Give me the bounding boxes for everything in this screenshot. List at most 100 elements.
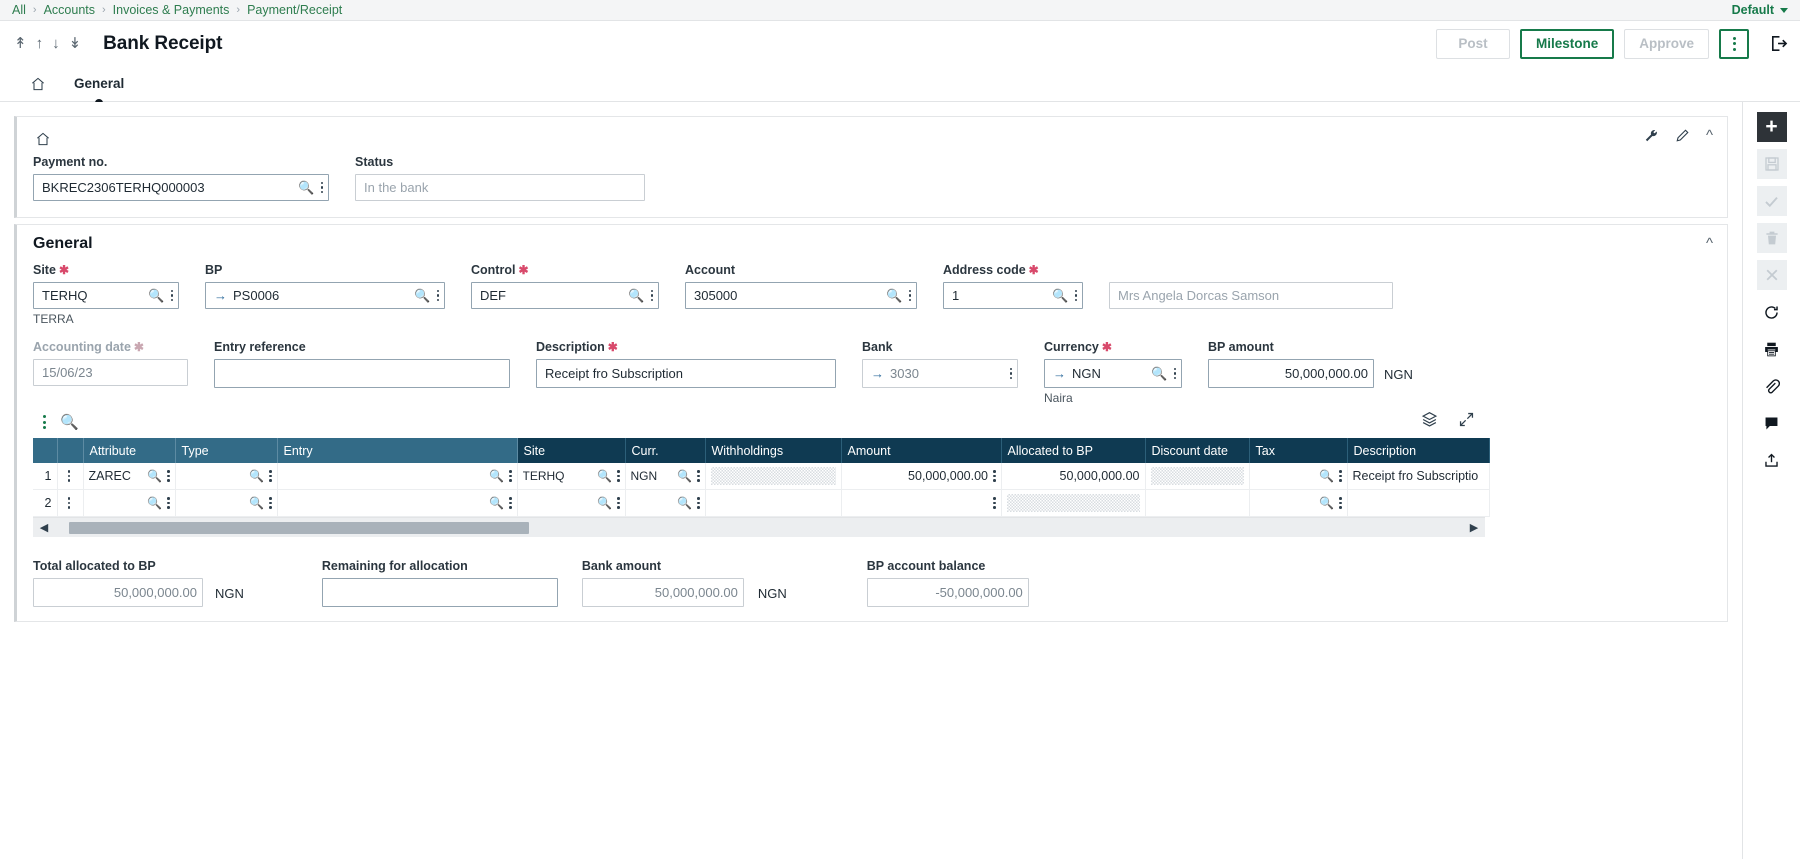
currency-input[interactable]: → NGN 🔍: [1044, 359, 1182, 388]
scrollbar-track[interactable]: [55, 518, 1463, 538]
cell-discount-date[interactable]: [1145, 489, 1250, 517]
search-icon[interactable]: 🔍: [298, 180, 314, 196]
print-icon[interactable]: [1757, 334, 1787, 364]
kebab-menu-icon[interactable]: [993, 497, 996, 509]
kebab-menu-icon[interactable]: [67, 470, 70, 482]
search-icon[interactable]: 🔍: [628, 288, 644, 304]
grid-col-curr[interactable]: Curr.: [625, 438, 706, 463]
address-name-input[interactable]: Mrs Angela Dorcas Samson: [1109, 282, 1393, 309]
export-icon[interactable]: [1757, 445, 1787, 475]
wrench-icon[interactable]: [1644, 128, 1659, 143]
cell-attribute[interactable]: ZAREC 🔍: [83, 463, 176, 490]
kebab-menu-icon[interactable]: [436, 289, 439, 302]
total-allocated-input[interactable]: 50,000,000.00: [33, 578, 203, 607]
grid-col-amount[interactable]: Amount: [841, 438, 1002, 463]
grid-col-menu[interactable]: [57, 438, 84, 463]
grid-col-type[interactable]: Type: [175, 438, 278, 463]
kebab-menu-icon[interactable]: [1009, 367, 1012, 380]
search-icon[interactable]: 🔍: [1319, 469, 1334, 483]
grid-col-select[interactable]: [33, 438, 58, 463]
kebab-menu-icon[interactable]: [67, 497, 70, 509]
bank-input[interactable]: → 3030: [862, 359, 1018, 388]
cell-withholdings[interactable]: [705, 463, 842, 490]
cell-type[interactable]: 🔍: [175, 463, 278, 490]
milestone-button[interactable]: Milestone: [1519, 28, 1615, 59]
grid-col-discount-date[interactable]: Discount date: [1145, 438, 1250, 463]
search-icon[interactable]: 🔍: [249, 469, 264, 483]
kebab-menu-icon[interactable]: [1074, 289, 1077, 302]
search-icon[interactable]: 🔍: [489, 496, 504, 510]
kebab-menu-icon[interactable]: [617, 497, 620, 509]
search-icon[interactable]: 🔍: [597, 496, 612, 510]
layers-icon[interactable]: [1421, 411, 1438, 428]
add-icon[interactable]: +: [1756, 112, 1787, 142]
cell-discount-date[interactable]: [1145, 463, 1250, 490]
link-arrow-icon[interactable]: →: [871, 366, 884, 381]
search-icon[interactable]: 🔍: [1052, 288, 1068, 304]
cell-allocated-to-bp[interactable]: 50,000,000.00: [1001, 463, 1146, 490]
breadcrumb-item-all[interactable]: All: [12, 3, 26, 17]
kebab-menu-icon[interactable]: [167, 497, 170, 509]
cell-amount[interactable]: 50,000,000.00: [841, 463, 1002, 490]
scrollbar-thumb[interactable]: [69, 521, 529, 534]
remaining-allocation-input[interactable]: [321, 578, 558, 607]
search-icon[interactable]: 🔍: [148, 288, 164, 304]
profile-selector[interactable]: Default: [1732, 3, 1788, 17]
cell-entry[interactable]: 🔍: [277, 463, 518, 490]
description-input[interactable]: Receipt fro Subscription: [536, 359, 836, 388]
kebab-menu-icon[interactable]: [993, 470, 996, 482]
site-input[interactable]: TERHQ 🔍: [33, 282, 179, 309]
kebab-menu-icon[interactable]: [509, 497, 512, 509]
bp-input[interactable]: → PS0006 🔍: [205, 282, 445, 309]
logout-icon[interactable]: [1769, 34, 1788, 53]
kebab-menu-icon[interactable]: [650, 289, 653, 302]
kebab-menu-icon[interactable]: [697, 470, 700, 482]
comment-icon[interactable]: [1757, 408, 1787, 438]
more-actions-button[interactable]: [1719, 28, 1749, 59]
breadcrumb-item-accounts[interactable]: Accounts: [44, 3, 95, 17]
table-row[interactable]: 2 🔍 🔍 🔍 🔍 🔍 🔍: [33, 489, 1490, 517]
approve-button[interactable]: Approve: [1624, 28, 1709, 59]
refresh-icon[interactable]: [1757, 297, 1787, 327]
search-icon[interactable]: 🔍: [1151, 366, 1167, 382]
cell-attribute[interactable]: 🔍: [83, 489, 176, 517]
kebab-menu-icon[interactable]: [320, 181, 323, 194]
row-menu-cell[interactable]: [57, 463, 84, 490]
grid-col-withholdings[interactable]: Withholdings: [705, 438, 842, 463]
scroll-right-icon[interactable]: ▶: [1463, 521, 1485, 534]
search-icon[interactable]: 🔍: [677, 469, 692, 483]
kebab-menu-icon[interactable]: [269, 497, 272, 509]
grid-col-attribute[interactable]: Attribute: [83, 438, 176, 463]
grid-col-site[interactable]: Site: [517, 438, 626, 463]
next-record-icon[interactable]: ↓: [52, 36, 60, 51]
row-menu[interactable]: [63, 463, 78, 489]
kebab-menu-icon[interactable]: [1339, 470, 1342, 482]
control-input[interactable]: DEF 🔍: [471, 282, 659, 309]
search-icon[interactable]: 🔍: [414, 288, 430, 304]
trash-icon[interactable]: [1756, 223, 1787, 253]
kebab-menu-icon[interactable]: [269, 470, 272, 482]
bank-amount-input[interactable]: 50,000,000.00: [581, 578, 744, 607]
search-icon[interactable]: 🔍: [489, 469, 504, 483]
link-arrow-icon[interactable]: →: [214, 288, 227, 303]
cell-allocated-to-bp[interactable]: [1001, 489, 1146, 517]
address-code-input[interactable]: 1 🔍: [943, 282, 1083, 309]
expand-icon[interactable]: [1458, 411, 1475, 428]
row-menu-cell[interactable]: [57, 489, 84, 517]
search-icon[interactable]: 🔍: [597, 469, 612, 483]
pencil-icon[interactable]: [1675, 128, 1690, 143]
table-row[interactable]: 1 ZAREC 🔍 🔍 🔍 TERHQ 🔍 NGN 🔍 50,000,000.0…: [33, 463, 1490, 490]
account-input[interactable]: 305000 🔍: [685, 282, 917, 309]
scroll-left-icon[interactable]: ◀: [33, 521, 55, 534]
link-arrow-icon[interactable]: →: [1053, 366, 1066, 381]
home-icon[interactable]: [20, 76, 56, 92]
cell-description[interactable]: [1347, 489, 1490, 517]
kebab-menu-icon[interactable]: [908, 289, 911, 302]
grid-horizontal-scrollbar[interactable]: ◀ ▶: [33, 517, 1485, 537]
previous-record-icon[interactable]: ↑: [36, 36, 44, 51]
cell-type[interactable]: 🔍: [175, 489, 278, 517]
cell-tax[interactable]: 🔍: [1249, 489, 1348, 517]
accounting-date-input[interactable]: 15/06/23: [33, 359, 188, 386]
kebab-menu-icon[interactable]: [617, 470, 620, 482]
cell-tax[interactable]: 🔍: [1249, 463, 1348, 490]
